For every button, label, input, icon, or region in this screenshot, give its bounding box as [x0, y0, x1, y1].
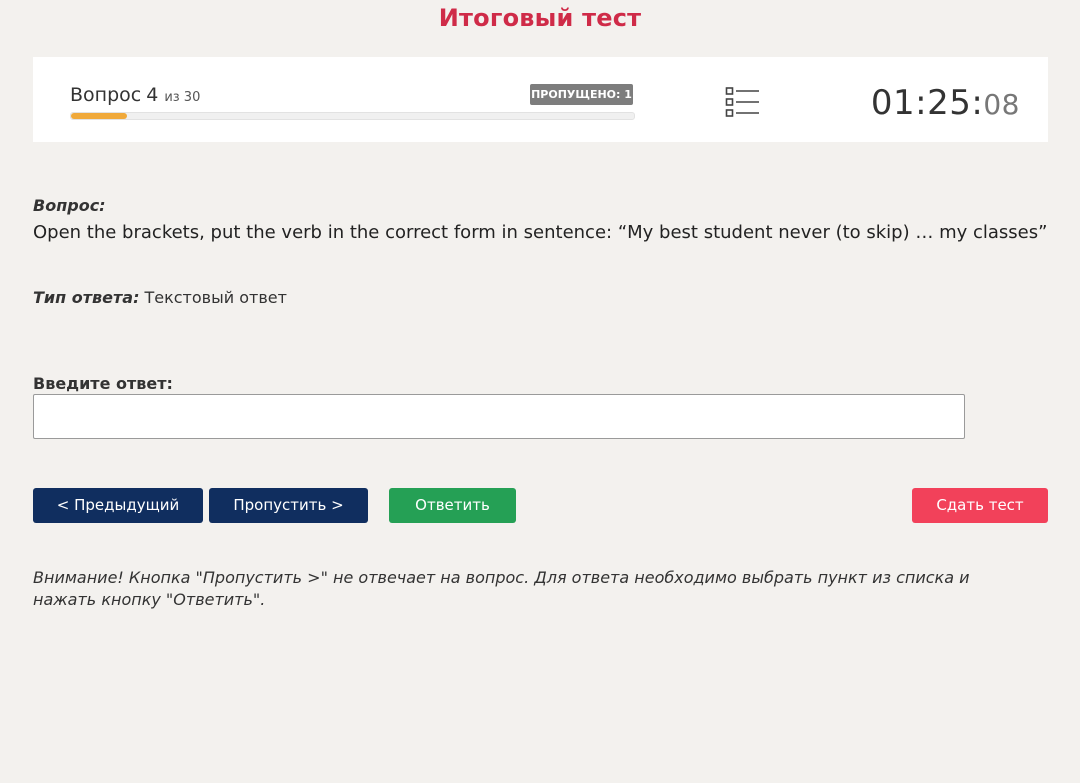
question-list-icon[interactable]	[725, 86, 761, 118]
previous-button[interactable]: < Предыдущий	[33, 488, 203, 523]
question-total: из 30	[164, 90, 201, 105]
answer-button[interactable]: Ответить	[389, 488, 516, 523]
question-number: 4	[146, 84, 159, 106]
progress-bar-fill	[71, 113, 128, 119]
question-word: Вопрос	[70, 84, 142, 106]
answer-input-label: Введите ответ:	[33, 374, 173, 393]
page-title: Итоговый тест	[438, 4, 642, 32]
countdown-timer: 01:25:08	[871, 83, 1020, 123]
skip-warning-text: Внимание! Кнопка "Пропустить >" не отвеч…	[33, 568, 970, 609]
test-status-panel: Вопрос 4 из 30 ПРОПУЩЕНО: 1 01:25:08	[33, 57, 1048, 142]
skipped-count-badge[interactable]: ПРОПУЩЕНО: 1	[530, 84, 633, 105]
answer-type: Тип ответа: Текстовый ответ	[33, 288, 287, 307]
timer-seconds: 08	[983, 88, 1020, 121]
answer-input[interactable]	[33, 394, 965, 439]
timer-main: 01:25:	[870, 83, 984, 123]
answer-type-value: Текстовый ответ	[144, 288, 287, 307]
progress-bar	[70, 112, 635, 120]
question-counter: Вопрос 4 из 30	[70, 84, 200, 106]
answer-type-label: Тип ответа:	[33, 288, 140, 307]
submit-test-button[interactable]: Сдать тест	[912, 488, 1048, 523]
skip-button[interactable]: Пропустить >	[209, 488, 368, 523]
question-text: Open the brackets, put the verb in the c…	[33, 222, 1048, 243]
question-label: Вопрос:	[33, 196, 106, 215]
